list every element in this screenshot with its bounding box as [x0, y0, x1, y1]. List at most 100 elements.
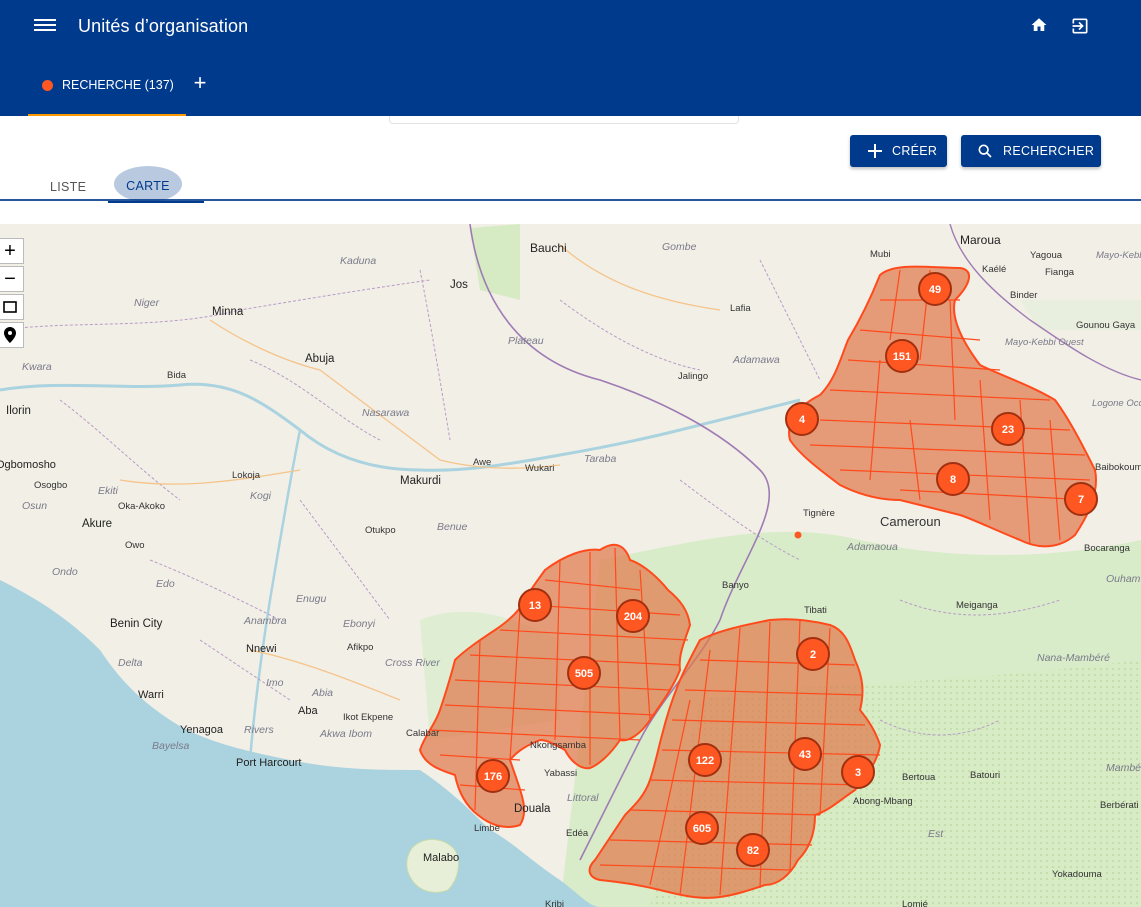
cluster-count: 7	[1078, 494, 1084, 506]
place-label: Ogbomosho	[0, 459, 56, 471]
place-label: Port Harcourt	[236, 757, 301, 769]
place-label: Mambéré-Kadéï	[1106, 762, 1141, 774]
cluster-count: 204	[624, 611, 643, 623]
place-label: Ouham	[1106, 573, 1141, 585]
place-label: Afikpo	[347, 642, 373, 653]
place-label: Kaélé	[982, 264, 1006, 275]
cluster-count: 49	[929, 284, 941, 296]
place-label: Rivers	[244, 724, 275, 736]
place-label: Gounou Gaya	[1076, 320, 1136, 331]
place-label: Mayo-Kebbi Est	[1096, 250, 1141, 261]
map-view[interactable]: Bauchi Gombe Maroua Yagoua Mayo-Kebbi Es…	[0, 224, 1141, 907]
zoom-out-button[interactable]: −	[0, 266, 24, 292]
cluster-marker[interactable]: 176	[476, 759, 510, 793]
place-label: Kaduna	[340, 255, 376, 267]
place-label: Benin City	[110, 618, 163, 630]
tab-map[interactable]: CARTE	[114, 166, 182, 202]
search-button[interactable]: RECHERCHER	[961, 135, 1101, 167]
place-label: Banyo	[722, 580, 749, 591]
menu-icon[interactable]	[34, 16, 56, 38]
place-label: Kwara	[22, 361, 52, 373]
cluster-marker[interactable]: 3	[841, 755, 875, 789]
place-label: Taraba	[584, 453, 616, 465]
place-label: Gombe	[662, 241, 697, 253]
map-pin-icon	[4, 327, 16, 343]
place-label: Ondo	[52, 566, 78, 578]
place-label: Yenagoa	[180, 724, 224, 736]
map-canvas[interactable]: Bauchi Gombe Maroua Yagoua Mayo-Kebbi Es…	[0, 224, 1141, 907]
tab-list[interactable]: LISTE	[50, 180, 86, 216]
place-label: Edo	[156, 578, 175, 590]
cluster-marker[interactable]: 13	[518, 588, 552, 622]
cluster-marker[interactable]: 43	[788, 737, 822, 771]
cluster-marker[interactable]: 122	[688, 743, 722, 777]
plus-icon	[868, 144, 882, 158]
place-label: Meiganga	[956, 600, 998, 611]
place-label: Baibokoum	[1095, 462, 1141, 473]
draw-rectangle-button[interactable]	[0, 294, 24, 320]
place-label: Jalingo	[678, 371, 708, 382]
cluster-marker[interactable]: 2	[796, 637, 830, 671]
place-label: Ikot Ekpene	[343, 712, 393, 723]
place-label: Yagoua	[1030, 250, 1063, 261]
add-tab-button[interactable]: +	[190, 72, 210, 94]
cluster-count: 176	[484, 771, 502, 783]
place-label: Plateau	[508, 335, 544, 347]
place-label: Berbérati	[1100, 800, 1139, 811]
place-label: Limbe	[474, 823, 500, 834]
place-label: Cross River	[385, 657, 440, 669]
cluster-marker[interactable]: 23	[991, 412, 1025, 446]
cluster-marker[interactable]: 204	[616, 599, 650, 633]
home-icon[interactable]	[1030, 16, 1052, 38]
cluster-count: 122	[696, 755, 714, 767]
search-icon	[978, 144, 992, 158]
place-label: Lafia	[730, 303, 751, 314]
locate-button[interactable]	[0, 322, 24, 348]
place-label: Makurdi	[400, 475, 441, 487]
cluster-count: 8	[950, 474, 956, 486]
cluster-marker[interactable]: 605	[685, 811, 719, 845]
place-label: Jos	[450, 279, 468, 291]
place-label: Osogbo	[34, 480, 67, 491]
place-label: Bayelsa	[152, 740, 190, 752]
org-unit-point[interactable]	[794, 531, 802, 539]
create-button[interactable]: CRÉER	[850, 135, 947, 167]
logout-icon[interactable]	[1070, 16, 1092, 38]
search-button-label: RECHERCHER	[1003, 144, 1095, 158]
place-label: Lomié	[902, 899, 928, 907]
cluster-marker[interactable]: 82	[736, 833, 770, 867]
place-label: Ekiti	[98, 485, 119, 497]
cluster-count: 605	[693, 823, 711, 835]
place-label: Niger	[134, 297, 160, 309]
place-label: Kogi	[250, 490, 272, 502]
cluster-marker[interactable]: 505	[567, 656, 601, 690]
place-label: Logone Occidental	[1092, 398, 1141, 409]
place-label: Nana-Mambéré	[1037, 652, 1110, 664]
cluster-marker[interactable]: 49	[918, 272, 952, 306]
place-label: Kribi	[545, 899, 564, 907]
place-label: Oka-Akoko	[118, 501, 165, 512]
place-label: Benue	[437, 521, 468, 533]
cluster-marker[interactable]: 151	[885, 339, 919, 373]
place-label: Delta	[118, 657, 143, 669]
zoom-in-button[interactable]: +	[0, 238, 24, 264]
cluster-count: 4	[799, 414, 806, 426]
place-label: Bocaranga	[1084, 543, 1131, 554]
cluster-count: 3	[855, 767, 861, 779]
place-label: Mayo-Kebbi Ouest	[1005, 337, 1084, 348]
cluster-count: 43	[799, 749, 811, 761]
place-label: Mubi	[870, 249, 891, 260]
place-label: Akure	[82, 518, 112, 530]
cluster-marker[interactable]: 8	[936, 462, 970, 496]
place-label: Batouri	[970, 770, 1000, 781]
place-label: Owo	[125, 540, 145, 551]
place-label: Bertoua	[902, 772, 936, 783]
tab-search-137[interactable]: RECHERCHE (137)	[28, 70, 186, 116]
cluster-marker[interactable]: 7	[1064, 482, 1098, 516]
place-label: Tibati	[804, 605, 827, 616]
place-label: Awe	[473, 457, 491, 468]
place-label: Warri	[138, 689, 164, 701]
cluster-marker[interactable]: 4	[785, 402, 819, 436]
view-tabs: LISTE CARTE	[0, 166, 1141, 203]
tab-active-indicator	[28, 114, 186, 116]
